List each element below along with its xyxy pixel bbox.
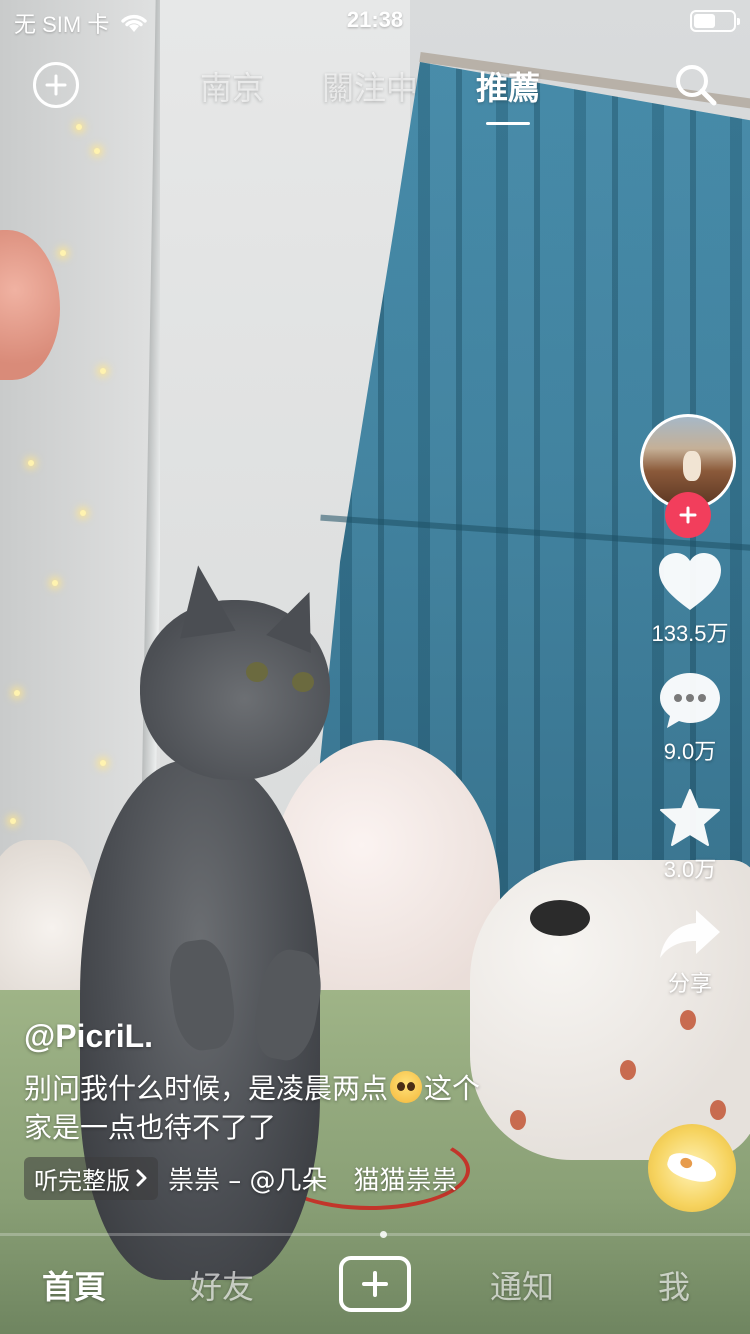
pleading-face-emoji-icon [390,1071,423,1103]
post-description[interactable]: 别问我什么时候，是凌晨两点 这个 家是一点也待不了了 [24,1069,544,1147]
music-title-marquee[interactable]: 祟祟 – @几朵 猫猫祟祟 [168,1160,468,1197]
post-caption: @PicriL. 别问我什么时候，是凌晨两点 这个 家是一点也待不了了 听完整版 … [24,1018,544,1200]
status-bar: 无 SIM 卡 21:38 [0,0,750,40]
bottom-nav: 首頁 好友 通知 我 [0,1240,750,1334]
comment-button[interactable]: 9.0万 [640,670,740,766]
plus-icon [362,1271,388,1297]
add-circle-button[interactable] [33,62,79,108]
like-count: 133.5万 [651,621,729,646]
search-button[interactable] [672,61,720,109]
battery-icon [690,10,740,32]
chevron-right-icon [136,1169,147,1187]
like-button[interactable]: 133.5万 [640,552,740,648]
favorite-count: 3.0万 [663,857,717,882]
creator-avatar-block [640,414,736,538]
nav-home[interactable]: 首頁 [42,1262,106,1308]
music-disc[interactable] [648,1124,736,1212]
description-text: 别问我什么时候，是凌晨两点 [24,1072,389,1105]
description-text: 家是一点也待不了了 [24,1111,277,1144]
full-version-button[interactable]: 听完整版 [24,1156,158,1200]
share-label: 分享 [667,971,712,996]
progress-scrubber[interactable] [380,1231,387,1238]
star-icon [660,789,720,846]
share-arrow-icon [660,910,720,958]
tab-local[interactable]: 南京 [200,63,264,109]
comment-icon [660,673,720,728]
search-icon [676,65,717,106]
top-nav: 南京 關注中 推薦 [0,55,750,125]
tab-following[interactable]: 關注中 [322,63,418,109]
share-button[interactable]: 分享 [640,906,740,998]
action-rail: 133.5万 9.0万 3.0万 分享 [640,414,740,998]
battery-level [694,14,715,28]
cat-sticker-icon [664,1148,720,1188]
creator-username[interactable]: @PicriL. [24,1018,544,1055]
full-version-label: 听完整版 [34,1166,130,1195]
plus-icon [679,506,697,524]
nav-inbox[interactable]: 通知 [490,1262,554,1308]
tab-recommended[interactable]: 推薦 [476,63,540,125]
playback-progress[interactable] [0,1231,750,1238]
favorite-button[interactable]: 3.0万 [640,788,740,884]
nav-me[interactable]: 我 [658,1262,690,1308]
comment-count: 9.0万 [663,739,717,764]
nav-friends[interactable]: 好友 [190,1262,254,1308]
music-row: 听完整版 祟祟 – @几朵 猫猫祟祟 [24,1156,544,1200]
create-post-button[interactable] [339,1256,411,1312]
clock: 21:38 [346,7,404,32]
feed-tabs: 南京 關注中 推薦 [200,63,540,125]
description-text: 这个 [424,1072,481,1105]
plus-icon [45,74,67,96]
heart-icon [659,553,721,610]
follow-button[interactable] [665,492,711,538]
